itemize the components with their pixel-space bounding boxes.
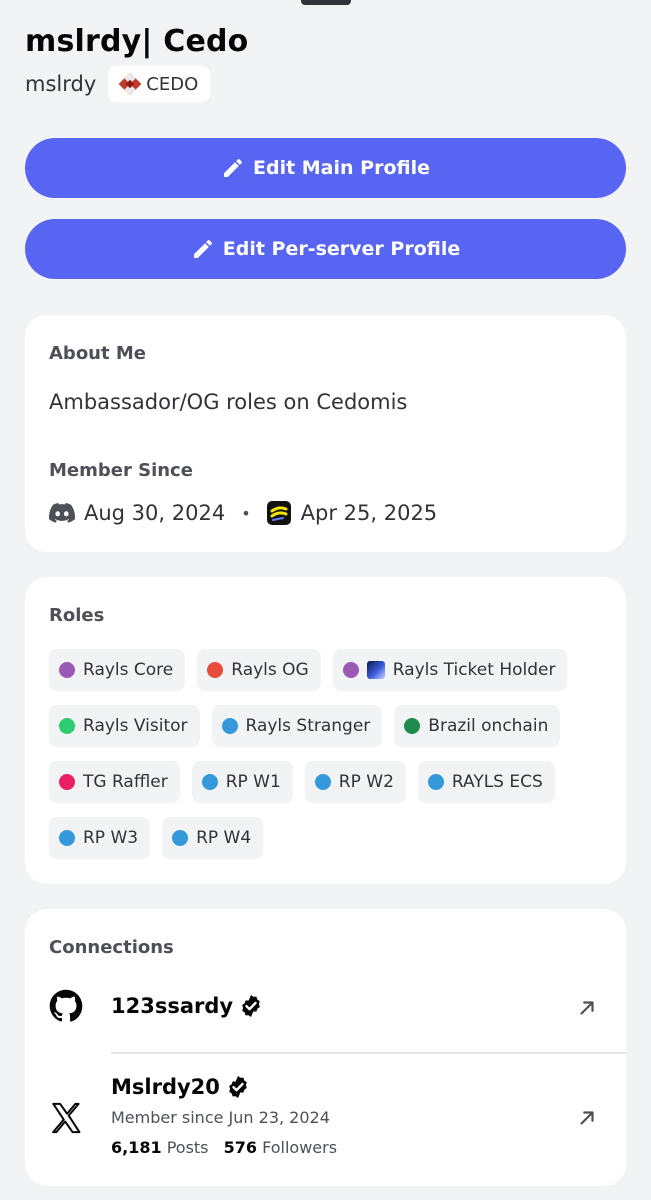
role-label: Rayls Core xyxy=(83,660,174,680)
edit-server-profile-label: Edit Per-server Profile xyxy=(222,238,461,260)
x-stats: 6,181 Posts 576 Followers xyxy=(111,1138,337,1157)
connection-github[interactable]: 123ssardy xyxy=(25,979,626,1054)
role-chip[interactable]: Brazil onchain xyxy=(394,705,561,747)
role-label: Rayls Ticket Holder xyxy=(392,660,556,680)
pencil-icon xyxy=(193,239,212,258)
role-color-dot xyxy=(59,718,75,734)
role-color-dot xyxy=(314,774,331,790)
role-chip[interactable]: Rayls Ticket Holder xyxy=(332,649,568,691)
member-since-title: Member Since xyxy=(49,460,193,481)
discord-icon xyxy=(49,503,75,523)
username-row: mslrdy CEDO xyxy=(25,66,211,102)
role-color-dot xyxy=(201,774,218,790)
role-label: Brazil onchain xyxy=(428,716,549,736)
role-chip[interactable]: RP W2 xyxy=(304,761,406,803)
cedo-tag-icon xyxy=(118,72,142,96)
x-followers-label: Followers xyxy=(262,1138,338,1157)
role-chip[interactable]: Rayls OG xyxy=(197,649,321,691)
x-member-since: Member since Jun 23, 2024 xyxy=(111,1108,330,1127)
connection-x[interactable]: Mslrdy20 Member since Jun 23, 2024 6,181… xyxy=(25,1069,626,1169)
server-tag-text: CEDO xyxy=(146,73,199,95)
edit-main-profile-button[interactable]: Edit Main Profile xyxy=(25,138,626,198)
edit-main-profile-label: Edit Main Profile xyxy=(252,157,430,179)
role-label: RP W4 xyxy=(196,828,252,848)
role-chip[interactable]: RP W3 xyxy=(49,817,151,859)
role-chip[interactable]: RAYLS ECS xyxy=(417,761,555,803)
role-label: TG Raffler xyxy=(83,772,168,792)
server-join-date: Apr 25, 2025 xyxy=(300,501,438,525)
external-link-icon[interactable] xyxy=(576,1107,598,1129)
x-username: Mslrdy20 xyxy=(111,1075,220,1099)
about-card: About Me Ambassador/OG roles on Cedomis … xyxy=(25,315,626,552)
roles-title: Roles xyxy=(49,605,105,626)
date-separator: • xyxy=(241,503,251,523)
role-color-dot xyxy=(427,774,444,790)
role-color-dot xyxy=(172,830,189,846)
verified-check-icon xyxy=(242,995,260,1017)
server-icon xyxy=(266,501,291,525)
role-color-dot xyxy=(59,774,75,790)
role-label: Rayls Stranger xyxy=(245,716,371,736)
sheet-drag-handle[interactable] xyxy=(301,0,351,5)
x-posts-label: Posts xyxy=(166,1138,209,1157)
connections-divider xyxy=(111,1052,626,1054)
member-since-row: Aug 30, 2024 • Apr 25, 2025 xyxy=(49,501,437,525)
role-color-dot xyxy=(59,662,75,678)
role-chip[interactable]: TG Raffler xyxy=(49,761,180,803)
roles-card: Roles Rayls Core Rayls OG Rayls Ticket Hol… xyxy=(25,577,626,884)
about-me-text: Ambassador/OG roles on Cedomis xyxy=(49,390,408,414)
edit-server-profile-button[interactable]: Edit Per-server Profile xyxy=(25,219,626,279)
external-link-icon[interactable] xyxy=(576,997,598,1019)
roles-list: Rayls Core Rayls OG Rayls Ticket Holder Ray… xyxy=(49,649,609,859)
role-label: Rayls Visitor xyxy=(83,716,188,736)
role-label: RP W3 xyxy=(83,828,139,848)
pencil-icon xyxy=(223,158,242,177)
profile-sheet: mslrdy| Cedo mslrdy CEDO Edit Main Profi… xyxy=(0,0,651,1200)
connections-card: Connections 123ssardy Mslrdy20 Member si… xyxy=(25,909,626,1186)
role-chip[interactable]: RP W4 xyxy=(162,817,264,859)
role-color-dot xyxy=(59,830,75,846)
role-chip[interactable]: Rayls Stranger xyxy=(211,705,383,747)
role-label: Rayls OG xyxy=(231,660,309,680)
role-label: RAYLS ECS xyxy=(451,772,543,792)
verified-check-icon xyxy=(229,1076,247,1098)
username: mslrdy xyxy=(25,72,97,96)
role-label: RP W2 xyxy=(338,772,394,792)
role-image-icon xyxy=(366,661,385,679)
server-tag-badge[interactable]: CEDO xyxy=(108,66,211,102)
role-color-dot xyxy=(207,662,224,678)
connections-title: Connections xyxy=(49,937,174,958)
about-me-title: About Me xyxy=(49,343,146,364)
x-account-name: Mslrdy20 xyxy=(111,1075,250,1099)
github-account-name: 123ssardy xyxy=(111,994,263,1018)
discord-join-date: Aug 30, 2024 xyxy=(84,501,226,525)
role-chip[interactable]: RP W1 xyxy=(191,761,293,803)
x-followers-count: 576 xyxy=(223,1138,258,1157)
role-color-dot xyxy=(221,718,238,734)
x-posts-count: 6,181 xyxy=(111,1138,162,1157)
role-label: RP W1 xyxy=(225,772,281,792)
role-chip[interactable]: Rayls Core xyxy=(49,649,186,691)
role-color-dot xyxy=(342,662,359,678)
role-chip[interactable]: Rayls Visitor xyxy=(49,705,200,747)
x-icon xyxy=(52,1102,81,1134)
github-icon xyxy=(49,989,83,1022)
role-color-dot xyxy=(404,718,421,734)
github-username: 123ssardy xyxy=(111,994,234,1018)
display-name: mslrdy| Cedo xyxy=(25,24,249,59)
